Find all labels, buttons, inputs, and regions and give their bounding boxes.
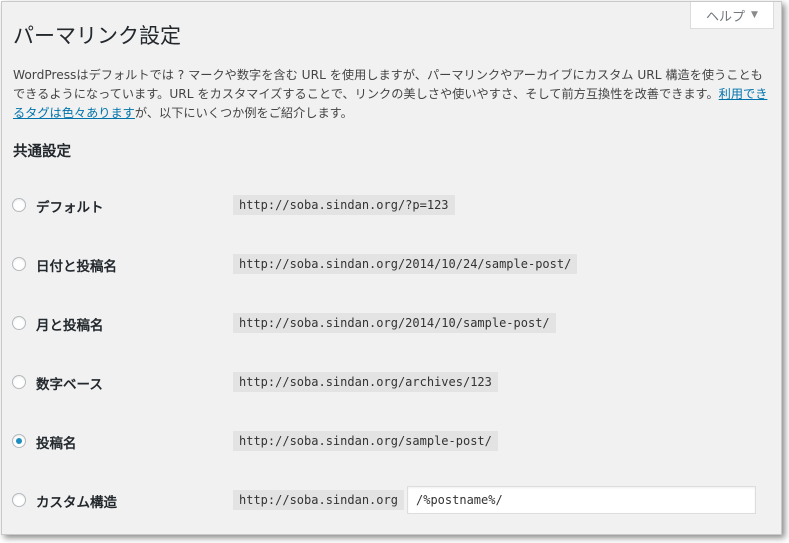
option-example-url: http://soba.sindan.org/2014/10/24/sample… [233,254,578,274]
intro-text: WordPressはデフォルトでは ? マークや数字を含む URL を使用します… [13,66,771,123]
option-day-name: 日付と投稿名 http://soba.sindan.org/2014/10/24… [2,250,781,280]
option-example-url: http://soba.sindan.org/2014/10/sample-po… [233,313,556,333]
option-post-name: 投稿名 http://soba.sindan.org/sample-post/ [2,427,781,457]
option-custom: カスタム構造 http://soba.sindan.org [2,486,781,516]
radio-numeric[interactable] [12,375,26,389]
page-title: パーマリンク設定 [13,24,181,48]
radio-custom[interactable] [12,493,26,507]
option-example-url: http://soba.sindan.org/?p=123 [233,195,455,215]
option-label: デフォルト [36,200,104,216]
option-month-name: 月と投稿名 http://soba.sindan.org/2014/10/sam… [2,309,781,339]
radio-post-name[interactable] [12,434,26,448]
radio-month-name[interactable] [12,316,26,330]
intro-text-part1: WordPressはデフォルトでは ? マークや数字を含む URL を使用します… [13,68,763,101]
intro-text-part2: が、以下にいくつか例をご紹介します。 [134,106,353,120]
chevron-down-icon: ▼ [751,10,758,20]
option-example-url: http://soba.sindan.org/sample-post/ [233,431,498,451]
radio-dot-icon [16,438,22,444]
section-title: 共通設定 [13,144,71,160]
option-label: 数字ベース [36,377,103,393]
settings-panel: ヘルプ ▼ パーマリンク設定 WordPressはデフォルトでは ? マークや数… [1,1,782,535]
option-label: カスタム構造 [36,495,117,511]
custom-structure-prefix: http://soba.sindan.org [233,490,404,510]
option-label: 月と投稿名 [36,318,104,334]
help-tab-label: ヘルプ [706,9,746,25]
radio-day-name[interactable] [12,257,26,271]
help-tab-button[interactable]: ヘルプ ▼ [690,2,774,29]
option-label: 日付と投稿名 [36,259,117,275]
option-label: 投稿名 [36,436,77,452]
custom-structure-input[interactable] [407,486,756,514]
option-default: デフォルト http://soba.sindan.org/?p=123 [2,191,781,221]
radio-default[interactable] [12,198,26,212]
option-numeric: 数字ベース http://soba.sindan.org/archives/12… [2,368,781,398]
option-example-url: http://soba.sindan.org/archives/123 [233,372,498,392]
